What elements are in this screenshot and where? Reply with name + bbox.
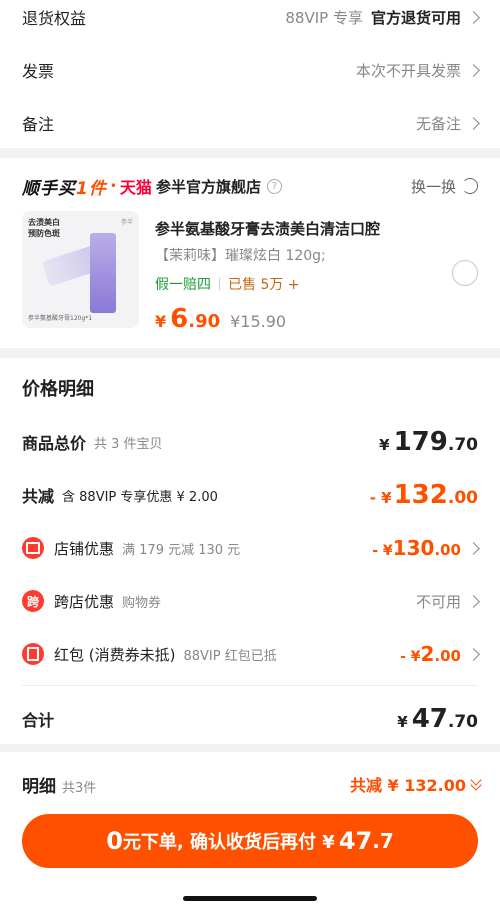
detail-expand[interactable]: 共减 ¥ 132.00 — [350, 772, 482, 796]
thumb-brand: 参半 — [120, 219, 133, 226]
checkout-bar: 明细 共3件 共减 ¥ 132.00 0 元下单, 确认收货后再付 ¥47.7 — [0, 752, 500, 912]
place-order-button[interactable]: 0 元下单, 确认收货后再付 ¥47.7 — [22, 814, 478, 868]
chevron-right-icon — [467, 594, 480, 608]
invoice-label: 发票 — [22, 62, 55, 81]
shop-discount-row[interactable]: 店铺优惠 满 179 元减 130 元 - ¥130.00 — [22, 533, 480, 563]
toothpaste-box — [90, 233, 116, 313]
chevron-right-icon — [467, 116, 480, 130]
product-sku: 【茉莉味】璀璨炫白 120g; — [155, 248, 326, 264]
tag-divider — [219, 278, 220, 290]
chevron-right-icon — [467, 10, 480, 24]
invoice-row[interactable]: 发票 本次不开具发票 — [0, 45, 500, 95]
red-packet-icon — [22, 643, 44, 665]
thumb-caption: 参半氨基酸牙膏120g*1 — [28, 315, 93, 322]
chevron-right-icon — [467, 647, 480, 661]
order-options-card: 退货权益 88VIP 专享 官方退货可用 发票 本次不开具发票 备注 无备注 — [0, 0, 500, 148]
product-tags: 假一赔四 已售 5万 + — [155, 274, 300, 294]
guarantee-tag: 假一赔四 — [155, 277, 211, 293]
sum-row: 合计 ¥47.70 — [22, 704, 478, 734]
chevron-right-icon — [467, 63, 480, 77]
question-icon[interactable]: ? — [266, 178, 282, 194]
chevron-right-icon — [467, 541, 480, 555]
cross-store-icon: 跨 — [22, 590, 44, 612]
remark-label: 备注 — [22, 115, 55, 134]
double-chevron-down-icon — [470, 773, 482, 791]
shop-discount-icon — [22, 537, 44, 559]
detail-summary[interactable]: 明细 共3件 — [22, 772, 96, 797]
thumb-text: 去渍美白 预防色斑 — [28, 218, 60, 238]
return-rights-label: 退货权益 — [22, 9, 87, 28]
shop-header: 顺手买1件 • 天猫 参半官方旗舰店 ? 换一换 — [22, 174, 478, 199]
remark-row[interactable]: 备注 无备注 — [0, 98, 500, 148]
original-price: ¥15.90 — [230, 312, 287, 331]
return-rights-value: 88VIP 专享 官方退货可用 — [285, 8, 461, 27]
product-price: ¥6.90 ¥15.90 — [155, 304, 287, 334]
invoice-value: 本次不开具发票 — [355, 61, 461, 80]
remark-value: 无备注 — [415, 114, 461, 133]
product-thumbnail[interactable]: 去渍美白 预防色斑 参半 参半氨基酸牙膏120g*1 — [22, 211, 139, 328]
dot-separator: • — [109, 179, 117, 193]
brand-logo: 顺手买1件 — [22, 178, 107, 199]
total-reduce-row: 共减 含 88VIP 专享优惠 ¥ 2.00 - ¥132.00 — [22, 480, 478, 510]
total-price-row: 商品总价 共 3 件宝贝 ¥179.70 — [22, 427, 478, 457]
divider — [22, 685, 478, 686]
product-title[interactable]: 参半氨基酸牙膏去渍美白清洁口腔 — [155, 218, 380, 239]
tmall-logo: 天猫 — [119, 178, 152, 197]
cross-store-row[interactable]: 跨 跨店优惠 购物券 不可用 — [22, 586, 480, 616]
select-product-radio[interactable] — [452, 260, 478, 286]
red-packet-row[interactable]: 红包 (消费券未抵) 88VIP 红包已抵 - ¥2.00 — [22, 639, 480, 669]
refresh-icon — [462, 178, 478, 194]
swap-button[interactable]: 换一换 — [411, 176, 478, 197]
return-rights-row[interactable]: 退货权益 88VIP 专享 官方退货可用 — [0, 0, 500, 42]
price-detail-title: 价格明细 — [22, 379, 94, 400]
sold-count: 已售 5万 + — [228, 277, 300, 293]
shop-name[interactable]: 参半官方旗舰店 — [156, 176, 261, 197]
home-indicator — [183, 896, 317, 901]
